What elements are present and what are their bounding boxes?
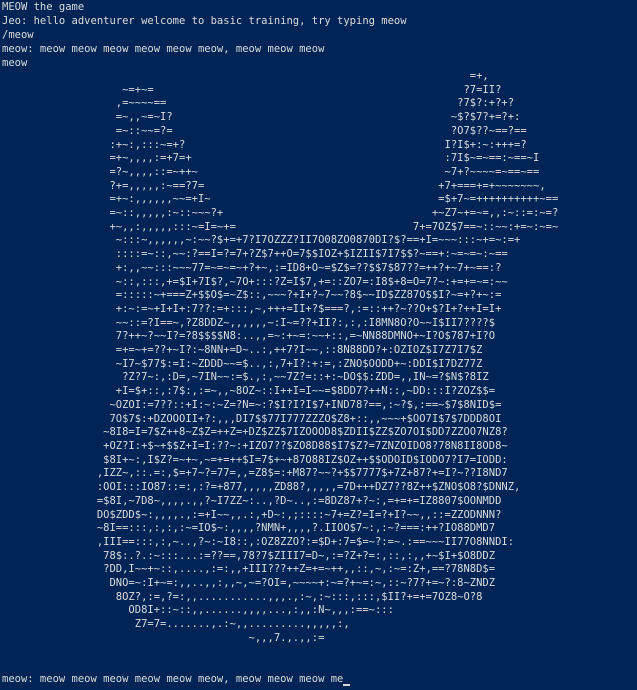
input-prompt[interactable]: meow: meow meow meow meow meow meow, meo… (2, 672, 351, 686)
input-text[interactable]: meow: meow meow meow meow meow meow, meo… (2, 673, 343, 685)
echo-line: meow (2, 57, 28, 69)
response-line: meow: meow meow meow meow meow meow, meo… (2, 43, 325, 55)
text-cursor (343, 684, 351, 686)
ascii-art-cat: =+, ~=+~= ?7=II? ,=~~~~== ?7$?:+?+? =~,,… (96, 70, 559, 644)
command-line: /meow (2, 29, 34, 41)
game-title-line: MEOW the game (2, 1, 85, 13)
console-window: MEOW the game Jeo: hello adventurer welc… (0, 0, 637, 690)
npc-dialogue-line: Jeo: hello adventurer welcome to basic t… (2, 15, 407, 27)
